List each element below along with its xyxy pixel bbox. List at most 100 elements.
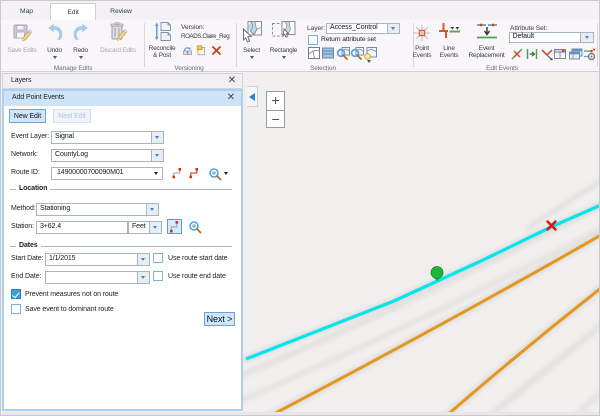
units-combo[interactable]: Feet [128,221,162,234]
route-zoom-dropdown-arrow[interactable] [224,172,228,175]
attribute-set-combo[interactable]: Default [509,32,594,44]
station-label: Station: [11,223,34,230]
clear-selection-icon[interactable] [364,46,378,60]
end-date-label: End Date: [11,273,41,280]
delete-version-icon[interactable] [211,45,225,59]
ribbon-separator [597,23,598,67]
reconcile-post-button[interactable]: Reconcile& Post [145,22,179,59]
undo-icon [40,22,69,43]
button-label-line: Events [440,52,459,59]
version-name: ROADS.Claire_Reg [181,33,229,40]
end-date-combo[interactable] [45,271,150,284]
combo-value: 3+62.4 [37,223,127,231]
combo-value: Access_Control [327,24,387,32]
next-edit-button[interactable]: Next Edit [53,109,91,123]
start-date-combo-arrow[interactable] [137,254,150,265]
map-canvas [243,73,600,412]
zoom-out-button[interactable]: − [267,110,284,128]
ribbon: Save Edits Undo Redo [1,20,599,72]
event-attributes-icon[interactable] [553,47,567,61]
select-by-polygon-icon[interactable] [307,46,321,60]
button-label: Save Edits [3,47,41,54]
button-label: Rectangle [263,47,304,54]
retire-event-icon[interactable] [540,47,554,61]
network-combo-arrow[interactable] [151,150,164,161]
discard-edits-button[interactable]: Discard Edits [96,22,140,54]
dropdown-arrow-icon [141,276,145,279]
button-label: EventReplacement [459,45,514,59]
network-combo[interactable]: CountyLog [51,149,164,162]
version-label: Version: [181,24,204,31]
redo-button[interactable]: Redo [67,22,94,61]
section-divider-line [10,246,232,247]
new-edit-button[interactable]: New Edit [9,109,46,123]
rectangle-select-button[interactable]: Rectangle [263,22,304,61]
select-dropdown-arrow[interactable] [250,56,254,59]
method-combo[interactable]: Stationing [36,203,159,216]
zoom-in-button[interactable]: + [267,92,284,110]
button-label-line: Event [479,45,495,52]
clear-selection-dropdown-arrow[interactable] [367,60,371,63]
start-date-combo[interactable]: 1/1/2015 [45,253,150,266]
collapse-panel-tab[interactable] [247,86,258,107]
merge-events-icon[interactable] [525,47,539,61]
save-edits-button[interactable]: Save Edits [3,22,41,54]
redo-icon [67,22,94,43]
method-combo-arrow[interactable] [146,204,159,215]
ribbon-tab-bar: Map Edit Review [1,1,599,20]
undo-button[interactable]: Undo [40,22,69,61]
version-changes-icon[interactable] [182,45,196,59]
units-combo-arrow[interactable] [149,222,162,233]
split-event-icon[interactable] [510,47,524,61]
prevent-measures-checkbox[interactable] [11,289,21,299]
events-table-icon[interactable] [568,47,582,61]
tab-map[interactable]: Map [9,3,44,20]
event-layer-combo-arrow[interactable] [151,132,164,143]
event-replacement-button[interactable]: EventReplacement [459,22,514,59]
prevent-measures-label: Prevent measures not on route [25,291,118,298]
next-button[interactable]: Next > [204,312,235,326]
use-route-start-date-checkbox[interactable] [153,253,163,263]
combo-value: 14900000700090M01 [52,169,154,177]
pick-location-button[interactable] [167,219,182,234]
button-label-line: Point [415,45,429,52]
save-edits-icon [3,22,41,43]
select-route-icon[interactable] [171,167,185,181]
rectangle-dropdown-arrow[interactable] [282,56,286,59]
return-attribute-set-checkbox[interactable] [308,35,318,45]
location-section: Location [10,189,232,198]
event-layer-label: Event Layer: [11,133,49,140]
route-id-label: Route ID: [11,169,40,176]
start-date-label: Start Date: [11,255,43,262]
zoom-to-selection-icon[interactable] [336,46,350,60]
map-view[interactable]: + − [243,73,600,412]
select-attributes-icon[interactable] [321,46,335,60]
attribute-set-label: Attribute Set: [510,25,547,32]
select-route-on-map-icon[interactable] [188,167,202,181]
new-version-icon[interactable] [196,45,210,59]
layers-close-icon[interactable]: ✕ [228,75,236,86]
pane-close-icon[interactable]: ✕ [227,92,235,103]
save-dominant-checkbox[interactable] [11,304,21,314]
end-date-combo-arrow[interactable] [137,272,150,283]
pan-to-selection-icon[interactable] [350,46,364,60]
route-id-combo[interactable]: 14900000700090M01 [51,167,163,180]
redo-dropdown-arrow[interactable] [79,56,83,59]
undo-dropdown-arrow[interactable] [53,56,57,59]
station-zoom-icon[interactable] [188,220,202,234]
station-input[interactable]: 3+62.4 [36,221,128,234]
event-options-icon[interactable] [582,47,596,61]
route-id-combo-arrow[interactable] [154,172,158,175]
tab-edit[interactable]: Edit [50,3,96,20]
use-route-start-date-label: Use route start date [168,255,227,262]
route-zoom-icon[interactable] [208,167,222,181]
layer-combo[interactable]: Access_Control [326,23,400,34]
point-events-button[interactable]: PointEvents [408,22,436,59]
layer-combo-arrow[interactable] [387,24,400,33]
attribute-set-combo-arrow[interactable] [580,33,593,43]
tab-review[interactable]: Review [101,3,141,20]
map-zoom-control: + − [266,91,285,128]
button-label-line: Events [413,52,432,59]
use-route-end-date-checkbox[interactable] [153,271,163,281]
event-layer-combo[interactable]: Signal [51,131,164,144]
